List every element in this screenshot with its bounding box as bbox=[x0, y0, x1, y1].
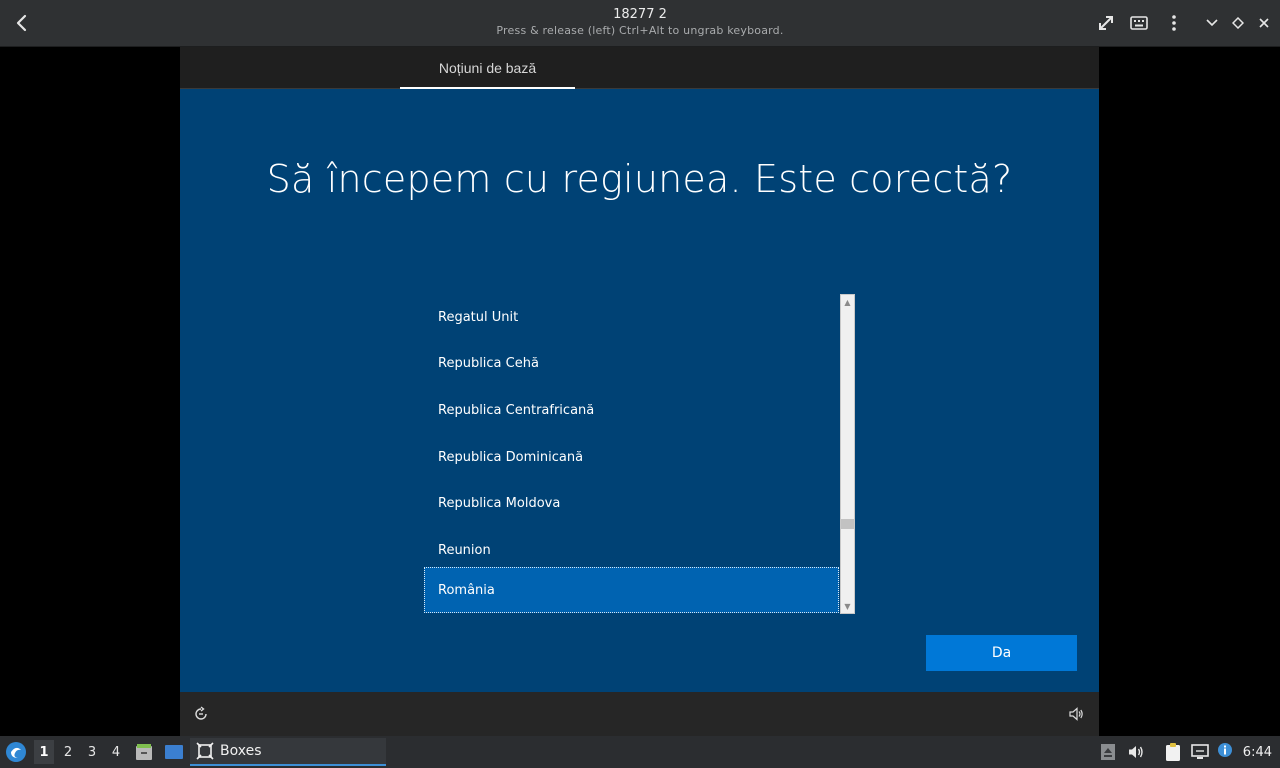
windows-setup-screen: Noțiuni de bază Să începem cu regiunea. … bbox=[180, 47, 1099, 736]
list-item-region[interactable]: Republica Moldova bbox=[424, 481, 839, 527]
distro-logo-icon bbox=[6, 742, 26, 762]
menu-button[interactable] bbox=[1161, 10, 1187, 36]
clock[interactable]: 6:44 bbox=[1243, 736, 1272, 768]
speaker-icon bbox=[1129, 746, 1143, 758]
speaker-icon bbox=[1069, 707, 1083, 721]
workspace-1[interactable]: 1 bbox=[34, 740, 54, 764]
list-item-region[interactable]: Regatul Unit bbox=[424, 294, 839, 340]
scrollbar-thumb[interactable] bbox=[841, 519, 854, 529]
file-manager-launcher[interactable] bbox=[133, 741, 155, 763]
taskbar: 1 2 3 4 Boxes 6:44 bbox=[0, 736, 1280, 768]
boxes-app-icon bbox=[196, 742, 214, 760]
region-list-scrollbar[interactable]: ▲ ▼ bbox=[840, 294, 855, 614]
maximize-button[interactable] bbox=[1229, 14, 1247, 32]
close-icon bbox=[1259, 18, 1269, 28]
chevron-down-icon bbox=[1206, 19, 1218, 27]
tab-basics[interactable]: Noțiuni de bază bbox=[400, 47, 575, 89]
eject-icon bbox=[1101, 744, 1115, 760]
vm-title: 18277 2 bbox=[613, 7, 667, 22]
back-button[interactable] bbox=[8, 8, 36, 38]
workspace-4[interactable]: 4 bbox=[106, 740, 126, 764]
tray-volume[interactable] bbox=[1125, 741, 1147, 763]
diamond-icon bbox=[1232, 17, 1244, 29]
fullscreen-button[interactable] bbox=[1093, 10, 1119, 36]
file-cabinet-icon bbox=[136, 744, 152, 760]
vm-display[interactable]: Noțiuni de bază Să începem cu regiunea. … bbox=[0, 47, 1280, 736]
chevron-left-icon bbox=[16, 14, 27, 32]
setup-top-bar: Noțiuni de bază bbox=[180, 47, 1099, 89]
setup-bottom-bar bbox=[180, 692, 1099, 736]
list-item-region[interactable]: Republica Cehă bbox=[424, 341, 839, 387]
region-list[interactable]: Regatul Unit Republica Cehă Republica Ce… bbox=[424, 294, 855, 614]
tray-network[interactable] bbox=[1189, 741, 1211, 763]
kebab-menu-icon bbox=[1172, 15, 1176, 31]
task-label: Boxes bbox=[220, 743, 262, 759]
yes-button[interactable]: Da bbox=[926, 635, 1077, 671]
scroll-up-arrow-icon[interactable]: ▲ bbox=[841, 295, 854, 309]
tab-underline bbox=[400, 87, 575, 89]
network-icon bbox=[1191, 744, 1209, 759]
scroll-down-arrow-icon[interactable]: ▼ bbox=[841, 599, 854, 613]
header-titles: 18277 2 Press & release (left) Ctrl+Alt … bbox=[340, 7, 940, 39]
list-item-region-selected[interactable]: România bbox=[424, 567, 839, 613]
keyboard-button[interactable] bbox=[1126, 10, 1152, 36]
tray-notification[interactable] bbox=[1214, 739, 1236, 761]
keyboard-icon bbox=[1130, 16, 1148, 30]
volume-button[interactable] bbox=[1066, 704, 1086, 724]
desktop-icon bbox=[165, 745, 183, 759]
list-item-region[interactable]: Republica Dominicană bbox=[424, 434, 839, 480]
accessibility-icon bbox=[195, 706, 207, 720]
tray-clipboard[interactable] bbox=[1162, 741, 1184, 763]
task-boxes[interactable]: Boxes bbox=[190, 738, 386, 766]
fullscreen-icon bbox=[1099, 16, 1113, 30]
ungrab-hint: Press & release (left) Ctrl+Alt to ungra… bbox=[496, 24, 784, 37]
desktop-launcher[interactable] bbox=[163, 741, 185, 763]
boxes-header-bar: 18277 2 Press & release (left) Ctrl+Alt … bbox=[0, 0, 1280, 47]
page-title: Să începem cu regiunea. Este corectă? bbox=[266, 157, 1013, 201]
ease-of-access-button[interactable] bbox=[191, 704, 211, 724]
workspace-2[interactable]: 2 bbox=[58, 740, 78, 764]
minimize-button[interactable] bbox=[1203, 14, 1221, 32]
clipboard-icon bbox=[1166, 743, 1180, 761]
tray-eject[interactable] bbox=[1097, 741, 1119, 763]
start-menu-button[interactable] bbox=[4, 740, 28, 764]
list-item-region[interactable]: Republica Centrafricană bbox=[424, 387, 839, 433]
info-badge-icon bbox=[1218, 743, 1232, 757]
workspace-3[interactable]: 3 bbox=[82, 740, 102, 764]
close-button[interactable] bbox=[1255, 14, 1273, 32]
